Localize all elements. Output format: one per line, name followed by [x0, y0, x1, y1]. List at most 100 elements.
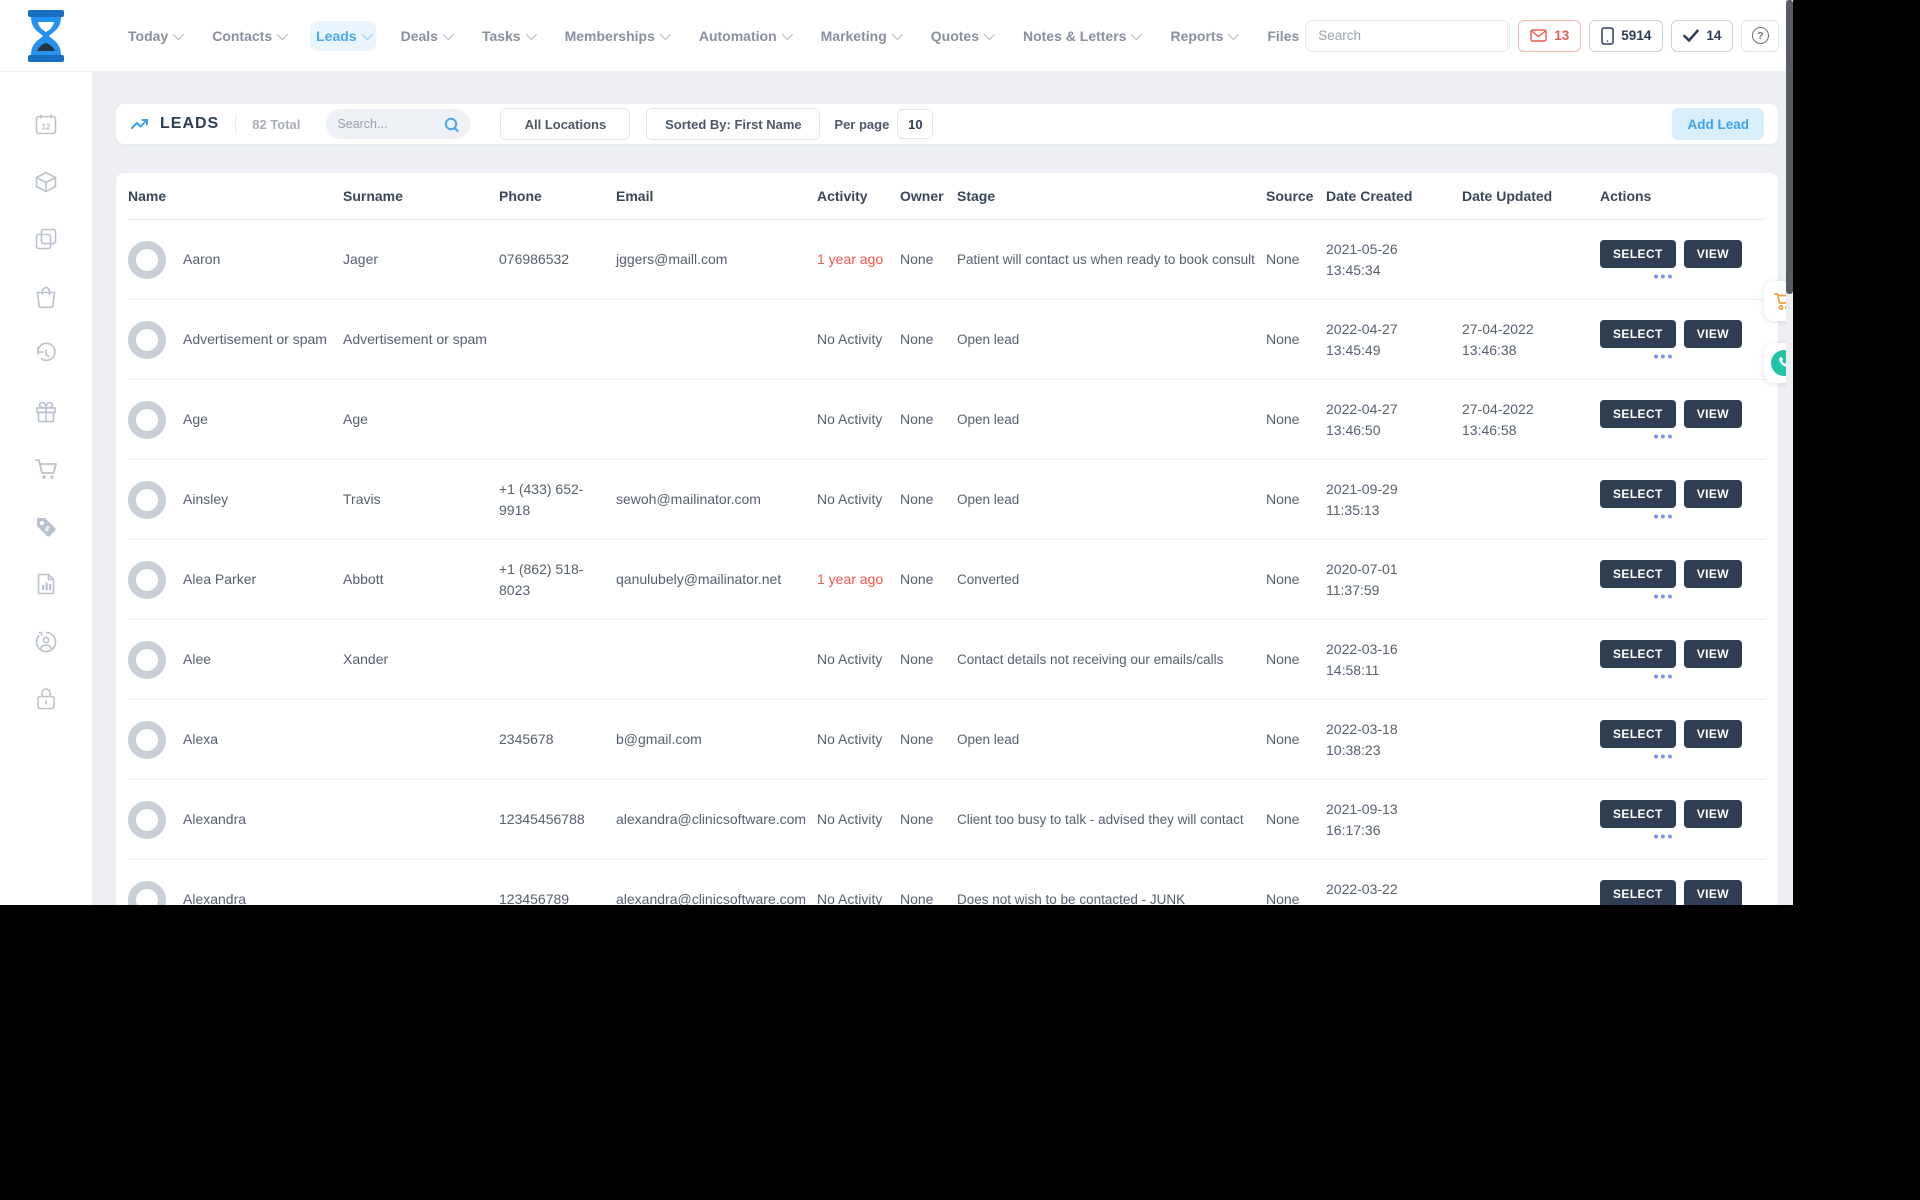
- more-actions-button[interactable]: •••: [1600, 829, 1728, 843]
- more-actions-button[interactable]: •••: [1600, 509, 1728, 523]
- column-header: Phone: [499, 188, 542, 204]
- activity-cell: 1 year ago: [817, 251, 884, 268]
- select-button[interactable]: SELECT: [1600, 320, 1676, 348]
- table-row[interactable]: Alee Xander No Activity None Contact det…: [128, 620, 1766, 700]
- global-search-input[interactable]: [1306, 28, 1508, 43]
- mail-badge[interactable]: 13: [1518, 19, 1582, 52]
- location-filter[interactable]: All Locations: [500, 108, 631, 140]
- more-actions-button[interactable]: •••: [1600, 349, 1728, 363]
- shopping-bag-icon[interactable]: [34, 285, 58, 309]
- nav-item-contacts[interactable]: Contacts: [206, 21, 291, 51]
- check-count: 14: [1706, 28, 1722, 43]
- table-row[interactable]: Ainsley Travis +1 (433) 652-9918 sewoh@m…: [128, 460, 1766, 540]
- avatar: [128, 320, 166, 359]
- email-cell: alexandra@clinicsoftware.com: [616, 811, 807, 828]
- app-logo-icon[interactable]: [24, 9, 68, 63]
- nav-item-label: Marketing: [820, 27, 887, 44]
- select-button[interactable]: SELECT: [1600, 880, 1676, 905]
- view-button[interactable]: VIEW: [1683, 480, 1743, 508]
- chevron-down-icon: [1131, 28, 1143, 40]
- search-icon[interactable]: [444, 117, 459, 132]
- source-cell: None: [1266, 491, 1300, 508]
- more-actions-button[interactable]: •••: [1600, 749, 1728, 763]
- view-button[interactable]: VIEW: [1683, 880, 1743, 905]
- column-header: Owner: [900, 188, 944, 204]
- report-chart-icon[interactable]: [34, 572, 58, 596]
- tasks-badge[interactable]: 14: [1671, 19, 1734, 52]
- main-content: LEADS 82 Total All Locations Sorted By: …: [92, 72, 1793, 905]
- cart-icon[interactable]: [34, 457, 58, 481]
- nav-item-tasks[interactable]: Tasks: [476, 21, 540, 51]
- nav-item-quotes[interactable]: Quotes: [925, 21, 998, 51]
- select-button[interactable]: SELECT: [1600, 480, 1676, 508]
- calendar-icon[interactable]: 12: [34, 112, 58, 136]
- nav-item-today[interactable]: Today: [122, 21, 187, 51]
- table-row[interactable]: Advertisement or spam Advertisement or s…: [128, 300, 1766, 380]
- select-button[interactable]: SELECT: [1600, 720, 1676, 748]
- table-row[interactable]: Age Age No Activity None Open lead None …: [128, 380, 1766, 460]
- nav-item-memberships[interactable]: Memberships: [559, 21, 674, 51]
- nav-item-automation[interactable]: Automation: [693, 21, 796, 51]
- table-body: Aaron Jager 076986532 jggers@maill.com 1…: [128, 220, 1766, 905]
- select-button[interactable]: SELECT: [1600, 400, 1676, 428]
- select-button[interactable]: SELECT: [1600, 240, 1676, 268]
- activity-cell: No Activity: [817, 891, 883, 905]
- nav-item-deals[interactable]: Deals: [395, 21, 457, 51]
- chevron-down-icon: [442, 28, 455, 40]
- column-header: Actions: [1600, 188, 1652, 204]
- stage-cell: Open lead: [957, 731, 1020, 747]
- source-cell: None: [1266, 811, 1300, 828]
- scrollbar-thumb[interactable]: [1786, 0, 1793, 294]
- table-row[interactable]: Aaron Jager 076986532 jggers@maill.com 1…: [128, 220, 1766, 300]
- nav-item-marketing[interactable]: Marketing: [815, 21, 906, 51]
- view-button[interactable]: VIEW: [1683, 720, 1743, 748]
- table-row[interactable]: Alexa 2345678 b@gmail.com No Activity No…: [128, 700, 1766, 780]
- lead-name: Alexa: [183, 731, 219, 748]
- view-button[interactable]: VIEW: [1683, 640, 1743, 668]
- phone-badge[interactable]: 5914: [1589, 19, 1664, 52]
- view-button[interactable]: VIEW: [1683, 800, 1743, 828]
- table-row[interactable]: Alexandra 12345456788 alexandra@clinicso…: [128, 780, 1766, 860]
- nav-item-reports[interactable]: Reports: [1164, 21, 1242, 51]
- price-tag-icon[interactable]: $: [34, 515, 58, 539]
- view-button[interactable]: VIEW: [1683, 240, 1743, 268]
- view-button[interactable]: VIEW: [1683, 400, 1743, 428]
- select-button[interactable]: SELECT: [1600, 800, 1676, 828]
- leads-search-input[interactable]: [337, 117, 445, 131]
- search-icon[interactable]: [1507, 20, 1509, 51]
- table-row[interactable]: Alea Parker Abbott +1 (862) 518-8023 qan…: [128, 540, 1766, 620]
- nav-item-files[interactable]: Files: [1261, 21, 1305, 51]
- action-buttons: SELECT VIEW: [1600, 800, 1743, 828]
- help-button[interactable]: ?: [1741, 19, 1780, 52]
- avatar: [128, 640, 166, 679]
- action-buttons: SELECT VIEW: [1600, 400, 1743, 428]
- per-page-input[interactable]: [897, 109, 934, 139]
- user-circle-icon[interactable]: [34, 630, 58, 654]
- nav-item-leads[interactable]: Leads: [310, 20, 376, 51]
- select-button[interactable]: SELECT: [1600, 640, 1676, 668]
- select-button[interactable]: SELECT: [1600, 560, 1676, 588]
- lock-icon[interactable]: [34, 687, 58, 711]
- history-icon[interactable]: [34, 342, 58, 366]
- view-button[interactable]: VIEW: [1683, 560, 1743, 588]
- nav-item-notes-letters[interactable]: Notes & Letters: [1017, 21, 1145, 51]
- copy-icon[interactable]: [34, 227, 58, 251]
- more-actions-button[interactable]: •••: [1600, 429, 1728, 443]
- source-cell: None: [1266, 651, 1300, 668]
- view-button[interactable]: VIEW: [1683, 320, 1743, 348]
- cube-icon[interactable]: [34, 170, 58, 194]
- avatar: [128, 560, 166, 599]
- mobile-phone-icon: [1601, 26, 1615, 45]
- nav-item-label: Files: [1267, 27, 1300, 44]
- activity-cell: No Activity: [817, 811, 883, 828]
- more-actions-button[interactable]: •••: [1600, 589, 1728, 603]
- add-lead-button[interactable]: Add Lead: [1672, 108, 1764, 140]
- table-row[interactable]: Alexandra 123456789 alexandra@clinicsoft…: [128, 860, 1766, 905]
- sort-filter[interactable]: Sorted By: First Name: [646, 108, 821, 140]
- more-actions-button[interactable]: •••: [1600, 669, 1728, 683]
- gift-icon[interactable]: [34, 400, 58, 424]
- name-cell: Aaron: [128, 240, 343, 279]
- scrollbar-track[interactable]: [1786, 0, 1793, 905]
- chevron-down-icon: [276, 28, 289, 40]
- more-actions-button[interactable]: •••: [1600, 269, 1728, 283]
